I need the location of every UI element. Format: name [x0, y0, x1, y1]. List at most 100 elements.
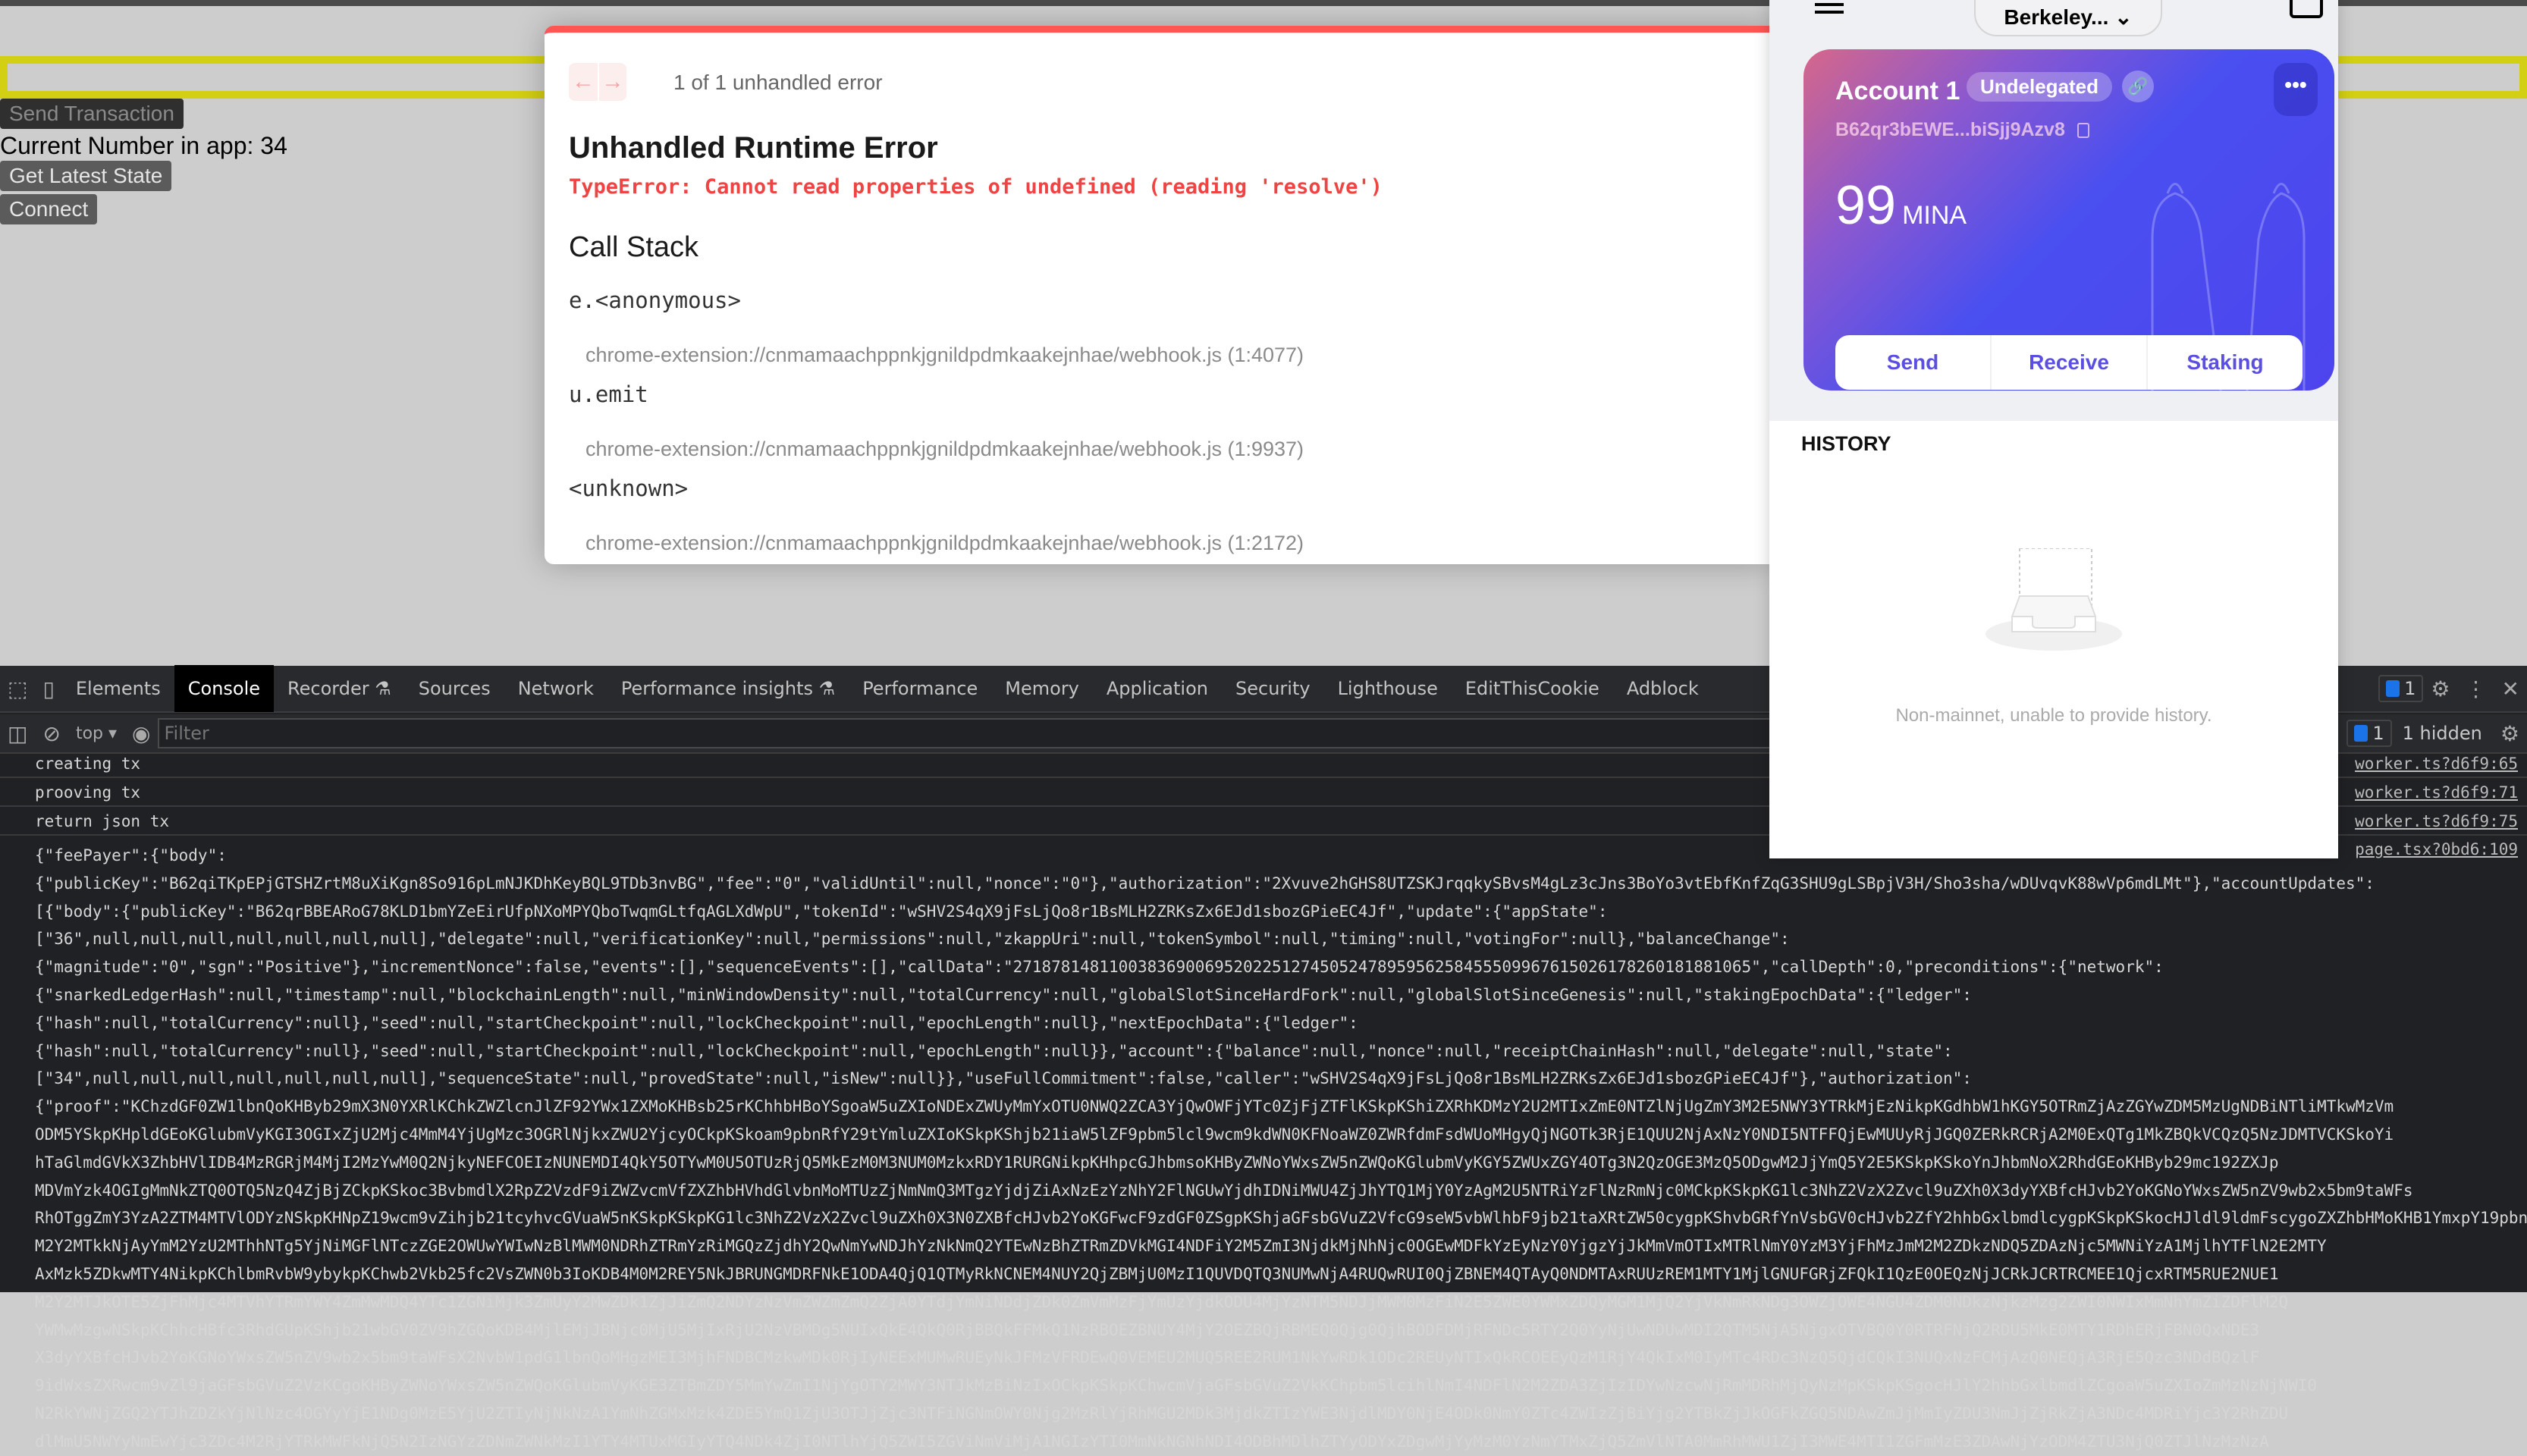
- devtools-tabs: Elements Console Recorder ⚗ Sources Network P…: [62, 665, 1712, 712]
- json-line: 9idWxsZXRwcm9vZl9jaGFsbGVuZ2VzKCgoKHByZW…: [35, 1376, 2318, 1395]
- message-icon: [2386, 680, 2400, 697]
- settings-gear-icon[interactable]: ⚙: [2423, 676, 2457, 701]
- tab-adblock[interactable]: Adblock: [1613, 665, 1712, 712]
- history-title: HISTORY: [1801, 432, 1891, 455]
- frame-function: u.emit: [569, 381, 648, 407]
- issues-count: 1: [2404, 678, 2416, 699]
- messages-badge[interactable]: 1: [2346, 720, 2392, 747]
- json-line: ODM5YSkpKHpldGEoKGlubmVyKGI3OGIxZjU2Mjc4…: [35, 1125, 2394, 1144]
- json-line: AxMzk5ZDkwMTY4NikpKChlbmRvbW9ybykpKChwb2…: [35, 1264, 2279, 1283]
- log-source-link[interactable]: page.tsx?0bd6:109: [2355, 840, 2518, 858]
- tab-security[interactable]: Security: [1222, 665, 1324, 712]
- get-latest-state-button[interactable]: Get Latest State: [0, 161, 172, 191]
- json-line: ["36",null,null,null,null,null,null,null…: [35, 930, 1790, 949]
- address-text: B62qr3bEWE...biSjj9Azv8: [1835, 119, 2065, 140]
- wallet-icon[interactable]: [2290, 0, 2323, 18]
- error-message: TypeError: Cannot read properties of und…: [569, 175, 1383, 199]
- device-toolbar-icon[interactable]: ▯: [35, 676, 61, 701]
- frame-location: chrome-extension://cnmamaachppnkjgnildpd…: [585, 532, 1304, 554]
- frame-function: e.<anonymous>: [569, 287, 741, 313]
- receive-button[interactable]: Receive: [1990, 335, 2146, 390]
- frame-location: chrome-extension://cnmamaachppnkjgnildpd…: [585, 344, 1304, 366]
- account-card: Account 1 Undelegated 🔗 ••• B62qr3bEWE..…: [1803, 49, 2334, 391]
- stack-frame[interactable]: u.emit chrome-extension://cnmamaachppnkj…: [569, 381, 1304, 461]
- history-empty-message: Non-mainnet, unable to provide history.: [1895, 705, 2212, 726]
- json-line: {"hash":null,"totalCurrency":null},"seed…: [35, 1041, 1953, 1060]
- account-name: Account 1: [1835, 77, 1960, 105]
- status-badge: Undelegated: [1967, 72, 2113, 102]
- log-source-link[interactable]: worker.ts?d6f9:75: [2355, 807, 2518, 836]
- json-line: YWMwMzgwNSkpKChhcHBfc3RhdGUpKShjb21wbGV0…: [35, 1320, 2260, 1339]
- eye-icon[interactable]: ◉: [124, 721, 158, 746]
- account-actions: Send Receive Staking: [1835, 335, 2303, 390]
- prev-error-arrow-icon[interactable]: ←: [569, 63, 598, 101]
- balance-unit: MINA: [1902, 201, 1967, 230]
- json-line: X3dyYXBfcHJvb2YoKGNoYWxsZW5nZV9wb2x5bm9t…: [35, 1348, 2260, 1367]
- staking-button[interactable]: Staking: [2146, 335, 2303, 390]
- json-line: [{"body":{"publicKey":"B62qrBBEARoG78KLD…: [35, 902, 1608, 921]
- network-name: Berkeley...: [2004, 5, 2109, 29]
- messages-count: 1: [2372, 723, 2384, 744]
- json-line: RhOTggZmY3YzA2ZTM4MTVlODYzNSkpKHNpZ19wcm…: [35, 1209, 2527, 1228]
- send-transaction-button[interactable]: Send Transaction: [0, 99, 184, 129]
- link-icon[interactable]: 🔗: [2122, 71, 2154, 102]
- tab-elements[interactable]: Elements: [62, 665, 174, 712]
- stack-frame[interactable]: <unknown> chrome-extension://cnmamaachpp…: [569, 475, 1304, 555]
- stack-frame[interactable]: e.<anonymous> chrome-extension://cnmamaa…: [569, 287, 1304, 367]
- tab-performance[interactable]: Performance: [849, 665, 991, 712]
- inspect-element-icon[interactable]: ⬚: [0, 676, 35, 701]
- json-line: M2Y2MTJkOTE5ZjFhMjc4MTVhYTRmYWY4ZmMwMDQ4…: [35, 1292, 2289, 1311]
- context-selector[interactable]: top ▾: [68, 724, 124, 743]
- json-output: {"feePayer":{"body": {"publicKey":"B62qiT…: [0, 836, 2527, 1456]
- wallet-popup: Berkeley... ⌄ Account 1 Undelegated 🔗 ••…: [1769, 0, 2338, 858]
- tab-network[interactable]: Network: [504, 665, 607, 712]
- tab-performance-insights[interactable]: Performance insights ⚗: [607, 665, 849, 712]
- balance-amount: 99: [1835, 175, 1897, 236]
- menu-icon[interactable]: [1815, 11, 1844, 14]
- history-section: HISTORY Non-mainnet, unable to provide h…: [1769, 421, 2338, 858]
- tab-lighthouse[interactable]: Lighthouse: [1324, 665, 1452, 712]
- json-line: {"proof":"KChzdGF0ZW1lbnQoKHByb29mX3N0YX…: [35, 1097, 2394, 1116]
- more-options-icon[interactable]: •••: [2274, 63, 2318, 116]
- log-text: creating tx: [35, 755, 141, 773]
- issues-badge[interactable]: 1: [2378, 675, 2424, 702]
- json-line: M2Y2MTkkNjAyYmM2YzU2MThhNTg5YjNiMGFlNTcz…: [35, 1237, 2327, 1256]
- log-text: prooving tx: [35, 783, 141, 802]
- close-icon[interactable]: ✕: [2494, 676, 2527, 701]
- clear-console-icon[interactable]: ⊘: [35, 721, 67, 746]
- empty-inbox-icon: [1986, 548, 2122, 651]
- frame-location: chrome-extension://cnmamaachppnkjgnildpd…: [585, 438, 1304, 460]
- tab-editthiscookie[interactable]: EditThisCookie: [1452, 665, 1613, 712]
- tab-console[interactable]: Console: [174, 665, 275, 712]
- message-icon: [2354, 725, 2368, 742]
- connect-button[interactable]: Connect: [0, 194, 98, 224]
- kebab-menu-icon[interactable]: ⋮: [2458, 676, 2494, 701]
- json-line: hTaGlmdGVkX3ZhbHVlIDB4MzRGRjM4MjI2MzYwM0…: [35, 1153, 2279, 1172]
- tab-memory[interactable]: Memory: [991, 665, 1093, 712]
- next-error-arrow-icon[interactable]: →: [598, 63, 626, 101]
- tab-sources[interactable]: Sources: [405, 665, 504, 712]
- copy-icon[interactable]: [2077, 123, 2089, 139]
- error-nav: ← →: [569, 63, 626, 101]
- json-line: MDVmYzk4OGIgMmNkZTQ0OTQ5NzQ4ZjBjZCkpKSko…: [35, 1181, 2413, 1200]
- current-number-text: Current Number in app: 34: [0, 132, 287, 159]
- tab-application[interactable]: Application: [1093, 665, 1222, 712]
- hidden-count[interactable]: 1 hidden: [2392, 723, 2493, 744]
- console-settings-gear-icon[interactable]: ⚙: [2493, 721, 2527, 746]
- tab-recorder[interactable]: Recorder ⚗: [274, 665, 405, 712]
- log-source-link[interactable]: worker.ts?d6f9:65: [2355, 755, 2518, 772]
- log-source-link[interactable]: worker.ts?d6f9:71: [2355, 778, 2518, 807]
- send-button[interactable]: Send: [1835, 335, 1990, 390]
- console-json-row: page.tsx?0bd6:109 {"feePayer":{"body": {"…: [0, 836, 2527, 1456]
- error-title: Unhandled Runtime Error: [569, 131, 938, 165]
- log-text: return json tx: [35, 812, 170, 830]
- console-filter-input[interactable]: [158, 718, 1812, 748]
- json-line: {"publicKey":"B62qiTKpEPjGTSHZrtM8uXiKgn…: [35, 874, 2375, 893]
- network-selector[interactable]: Berkeley... ⌄: [1974, 0, 2162, 36]
- json-line: {"magnitude":"0","sgn":"Positive"},"incr…: [35, 958, 2164, 977]
- sidebar-toggle-icon[interactable]: ◫: [0, 721, 35, 746]
- error-overlay: ← → 1 of 1 unhandled error Unhandled Run…: [545, 26, 1773, 564]
- json-line: ["34",null,null,null,null,null,null,null…: [35, 1069, 1972, 1088]
- json-line: {"hash":null,"totalCurrency":null},"seed…: [35, 1013, 1358, 1032]
- error-counter: 1 of 1 unhandled error: [673, 71, 883, 94]
